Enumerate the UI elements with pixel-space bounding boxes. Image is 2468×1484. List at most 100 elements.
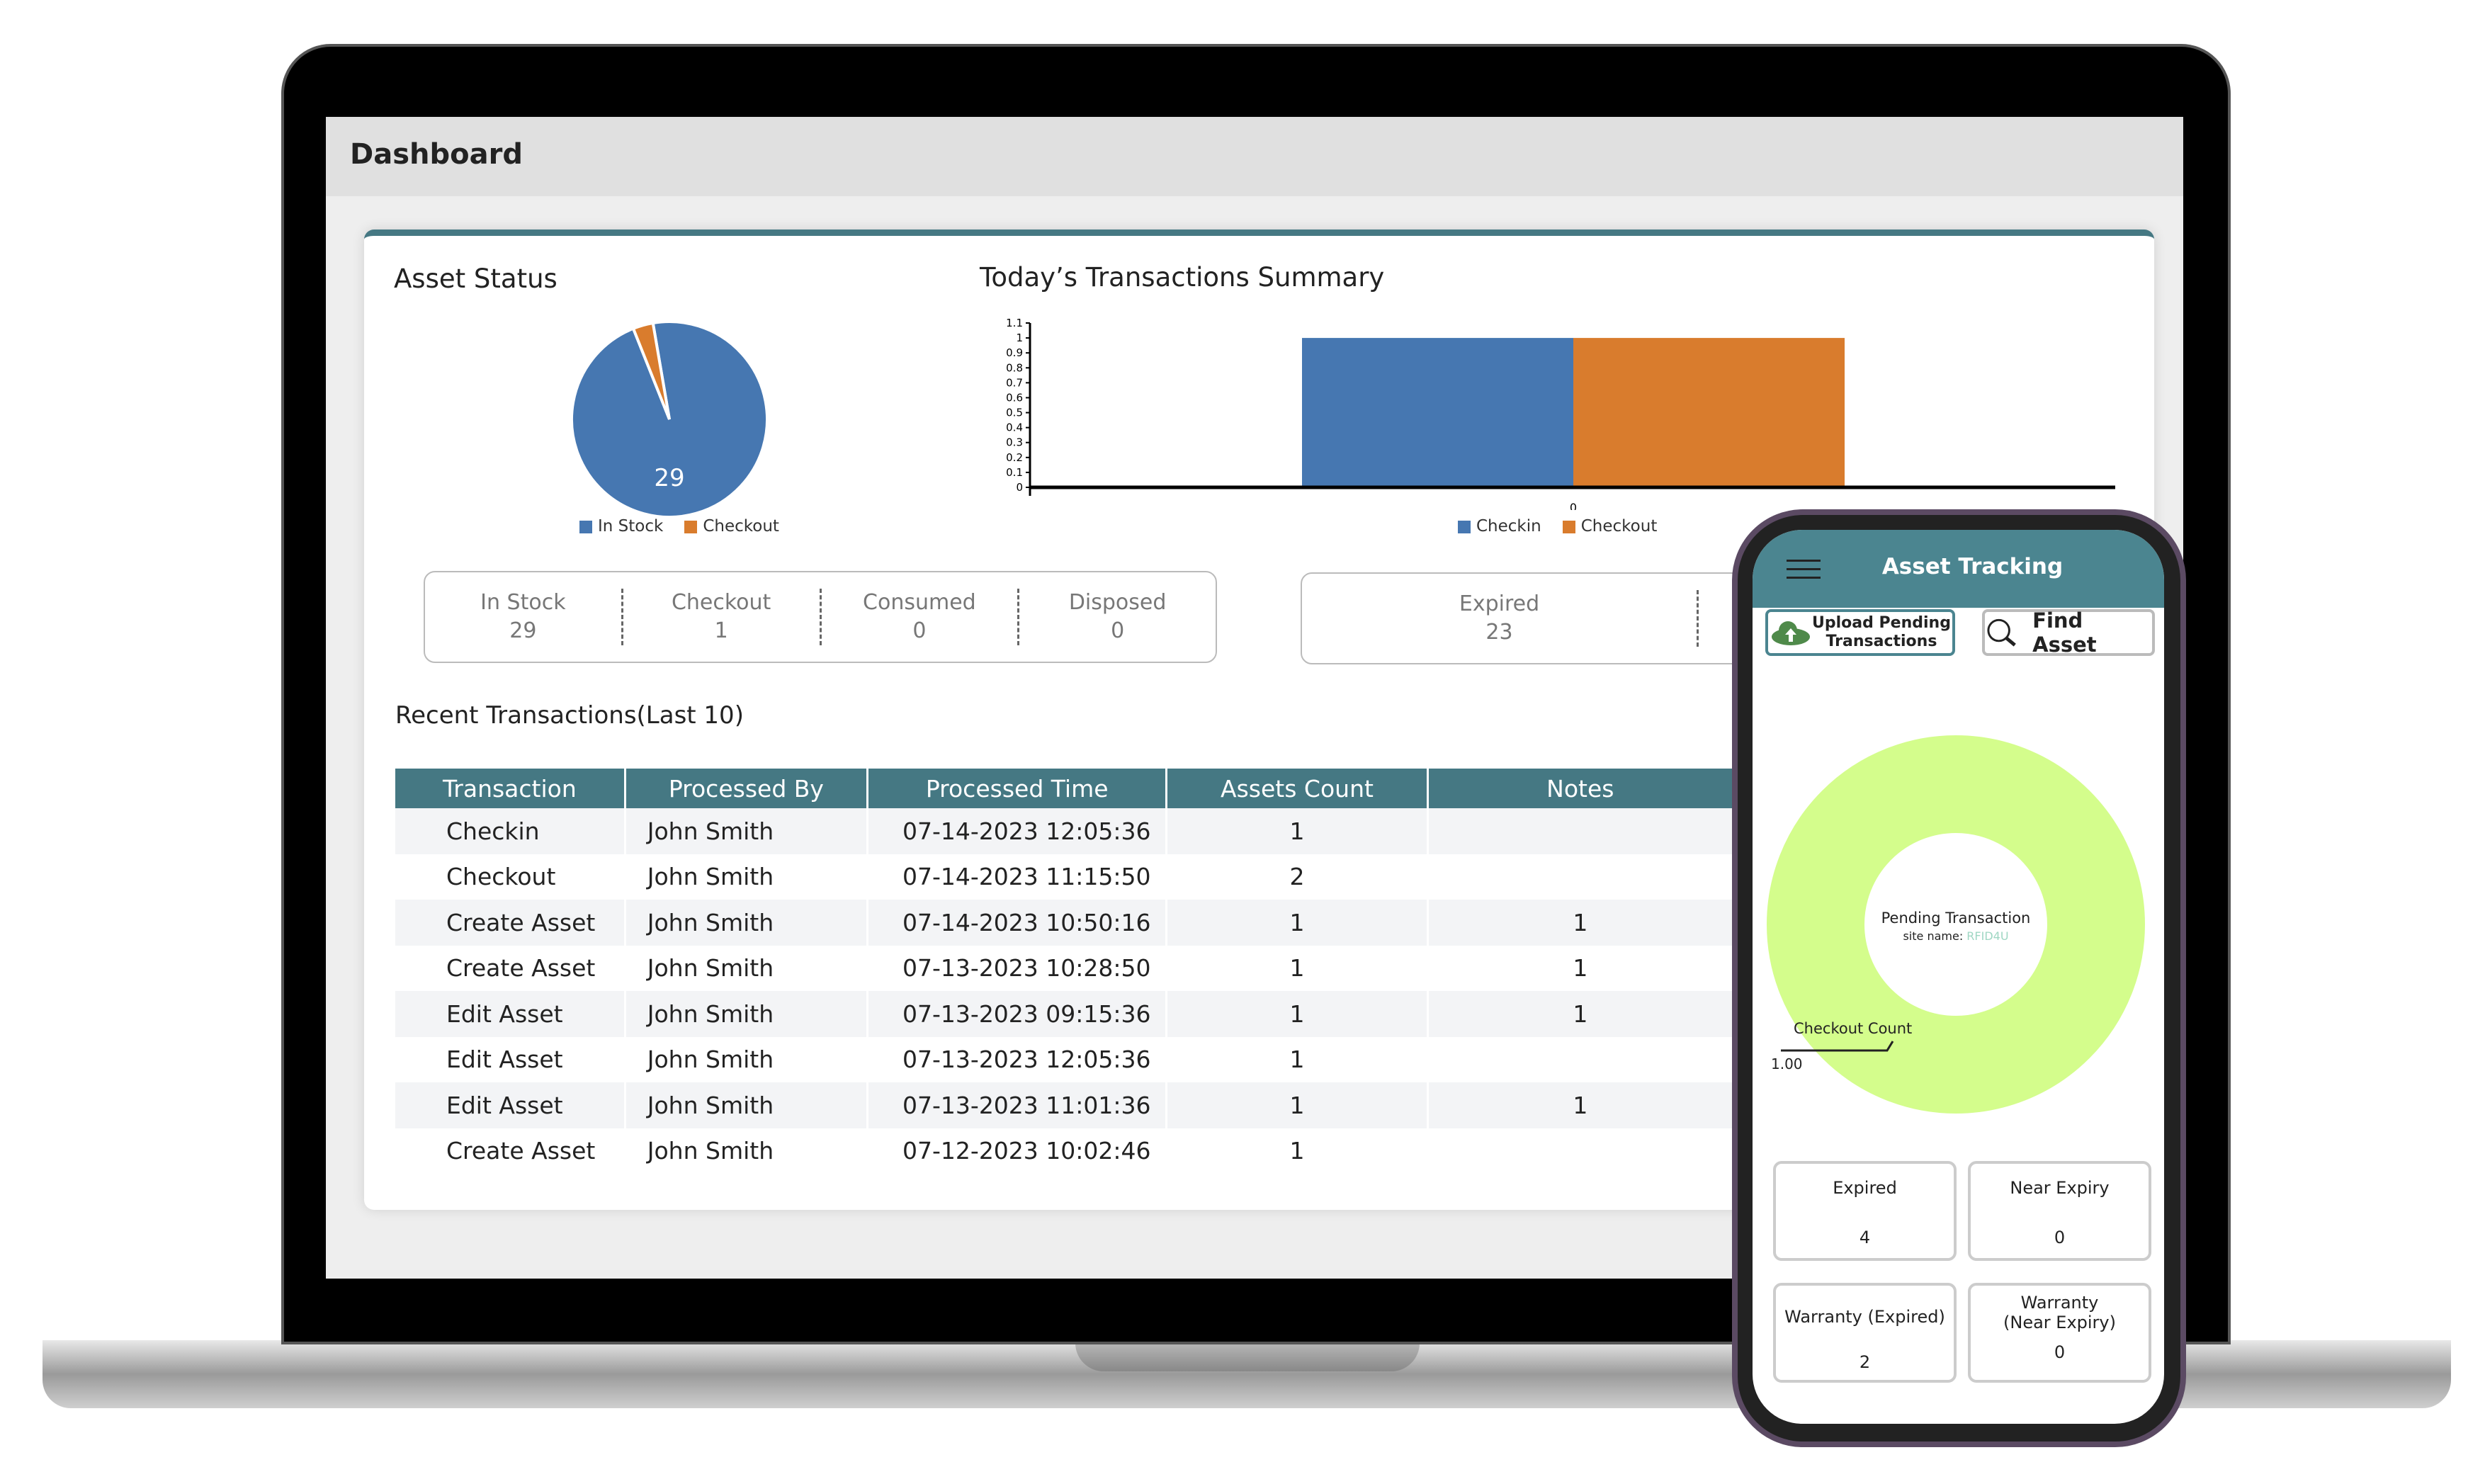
pie-legend: In Stock Checkout [579,517,779,536]
y-tick-label: 0.6 [1006,391,1023,404]
table-cell: Edit Asset [395,991,626,1037]
donut-callout-value: 1.00 [1771,1055,1803,1072]
stat-disposed: Disposed 0 [1068,590,1167,643]
y-tick-label: 0.5 [1006,407,1023,419]
donut-callout-label: Checkout Count [1794,1020,1913,1037]
table-cell: John Smith [625,1036,869,1082]
pie-label: 29 [654,464,684,492]
table-cell: 1 [1166,1128,1429,1174]
page-title: Dashboard [350,138,523,171]
recent-transactions-table: Transaction Processed By Processed Time Ass… [395,769,1735,1174]
table-row[interactable]: Create Asset John Smith 07-12-2023 10:02:4… [395,1128,1735,1174]
table-cell: 1 [1427,900,1735,946]
column-header: Processed By [625,769,869,808]
table-cell: 1 [1427,945,1735,991]
y-tick-label: 0 [1016,481,1023,494]
table-cell: John Smith [625,1128,869,1174]
bar-checkin [1302,338,1573,487]
card-expired[interactable]: Expired 4 [1773,1161,1957,1261]
table-cell: 1 [1427,1082,1735,1128]
transactions-bar-chart: 0 0.1 0.2 0.3 0.4 0.5 0.6 0.7 0.8 0.9 1 1.1 0 [1006,317,2115,510]
table-cell: John Smith [625,900,869,946]
table-cell: Checkin [395,808,626,854]
table-cell [1427,808,1735,854]
table-cell: 07-14-2023 11:15:50 [867,854,1168,900]
asset-stats-box: In Stock 29 Checkout 1 Consumed 0 Disposed 0 [424,571,1217,663]
table-cell: 1 [1166,991,1429,1037]
table-cell: 1 [1166,1036,1429,1082]
transactions-summary-title: Today’s Transactions Summary [980,262,1385,293]
table-cell: John Smith [625,991,869,1037]
asset-status-pie: 29 [570,320,769,519]
table-cell: Edit Asset [395,1036,626,1082]
stat-checkout: Checkout 1 [623,589,822,645]
stat-expired: Expired 23 [1302,590,1699,647]
table-row[interactable]: Create Asset John Smith 07-14-2023 10:50:1… [395,900,1735,946]
y-tick-label: 0.4 [1006,421,1023,434]
site-name: site name: RFID4U [1903,929,2009,943]
table-cell: John Smith [625,945,869,991]
y-tick-label: 0.1 [1006,466,1023,479]
pending-transaction-donut [1767,735,2145,1114]
table-cell: 07-13-2023 12:05:36 [867,1036,1168,1082]
table-cell: Create Asset [395,900,626,946]
table-cell: 1 [1166,1082,1429,1128]
stat-consumed: Consumed 0 [822,589,1020,645]
column-header: Transaction [395,769,626,808]
card-near-expiry[interactable]: Near Expiry 0 [1968,1161,2151,1261]
table-cell: Checkout [395,854,626,900]
table-cell: 07-14-2023 10:50:16 [867,900,1168,946]
legend-checkout: Checkout [684,517,779,536]
table-cell [1427,1128,1735,1174]
y-tick-label: 0.2 [1006,451,1023,464]
column-header: Assets Count [1166,769,1429,808]
table-row[interactable]: Checkout John Smith 07-14-2023 11:15:50 2 [395,854,1735,900]
legend-checkout: Checkout [1562,517,1657,536]
bar-legend: Checkin Checkout [1458,517,1657,536]
table-cell: 1 [1166,900,1429,946]
table-cell: Create Asset [395,1128,626,1174]
legend-in-stock: In Stock [579,517,663,536]
table-cell: John Smith [625,1082,869,1128]
table-row[interactable]: Edit Asset John Smith 07-13-2023 09:15:36 1… [395,991,1735,1037]
phone-screen: Asset Tracking Upload Pending Transaction… [1753,530,2164,1424]
table-row[interactable]: Edit Asset John Smith 07-13-2023 11:01:36 1… [395,1082,1735,1128]
table-cell: 2 [1166,854,1429,900]
table-cell: 1 [1166,808,1429,854]
bar-checkout [1573,338,1845,487]
table-cell: John Smith [625,808,869,854]
legend-checkin: Checkin [1458,517,1541,536]
table-cell: 07-13-2023 10:28:50 [867,945,1168,991]
card-warranty-near-expiry[interactable]: Warranty (Near Expiry) 0 [1968,1283,2151,1383]
table-cell: Edit Asset [395,1082,626,1128]
dashboard-header: Dashboard [326,117,2183,196]
table-cell: 1 [1427,991,1735,1037]
table-cell [1427,854,1735,900]
table-cell: 07-12-2023 10:02:46 [867,1128,1168,1174]
y-tick-label: 1.1 [1006,317,1023,329]
table-cell: 07-13-2023 09:15:36 [867,991,1168,1037]
recent-transactions-title: Recent Transactions(Last 10) [395,701,744,730]
x-tick-label: 0 [1570,501,1577,510]
table-cell: Create Asset [395,945,626,991]
table-row[interactable]: Edit Asset John Smith 07-13-2023 12:05:36 1 [395,1036,1735,1082]
table-row[interactable]: Create Asset John Smith 07-13-2023 10:28:5… [395,945,1735,991]
laptop-notch [1075,1340,1420,1371]
table-cell: 1 [1166,945,1429,991]
table-cell: 07-13-2023 11:01:36 [867,1082,1168,1128]
y-tick-label: 0.3 [1006,436,1023,449]
column-header: Processed Time [867,769,1168,808]
table-cell: 07-14-2023 12:05:36 [867,808,1168,854]
donut-title: Pending Transaction [1881,910,2031,927]
table-row[interactable]: Checkin John Smith 07-14-2023 12:05:36 1 [395,808,1735,854]
asset-status-title: Asset Status [394,264,557,294]
table-cell [1427,1036,1735,1082]
card-warranty-expired[interactable]: Warranty (Expired) 2 [1773,1283,1957,1383]
stat-in-stock: In Stock 29 [425,589,623,645]
table-cell: John Smith [625,854,869,900]
y-tick-label: 0.9 [1006,346,1023,359]
y-tick-label: 1 [1016,332,1023,344]
y-tick-label: 0.7 [1006,376,1023,389]
expiry-stats-box: Expired 23 [1301,572,1796,664]
column-header: Notes [1427,769,1735,808]
